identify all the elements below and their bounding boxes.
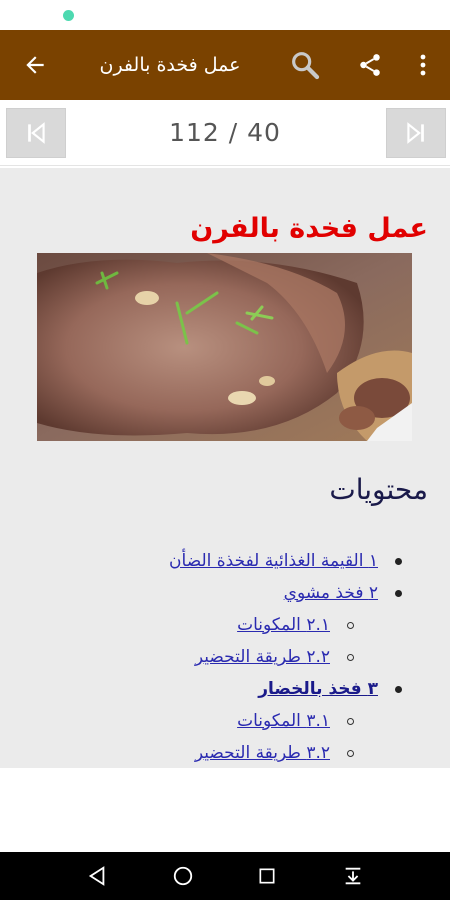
more-vertical-icon: [420, 54, 426, 76]
search-button[interactable]: [282, 30, 328, 100]
page-title: عمل فخدة بالفرن: [99, 54, 241, 76]
toc-link[interactable]: ٢ فخذ مشوي: [284, 583, 378, 603]
bullet-icon: [395, 558, 402, 565]
toc-link[interactable]: ١ القيمة الغذائية لفخذة الضأن: [169, 551, 378, 571]
skip-last-icon: [407, 122, 424, 144]
toc-link[interactable]: ٢.٢ طريقة التحضير: [195, 647, 330, 667]
toc-item[interactable]: ٢ فخذ مشوي: [284, 578, 378, 608]
arrow-left-icon: [26, 56, 44, 74]
share-icon: [360, 54, 380, 76]
skip-first-icon: [28, 122, 45, 144]
article-title: عمل فخدة بالفرن: [190, 213, 428, 244]
search-icon: [292, 52, 320, 80]
toc-link[interactable]: ٣.١ المكونات: [237, 711, 330, 731]
status-bar: [0, 0, 450, 30]
bullet-icon: [395, 590, 402, 597]
pull-down-icon: [345, 867, 361, 885]
toc-link[interactable]: ٢.١ المكونات: [237, 615, 330, 635]
toc-item[interactable]: ٣.١ المكونات: [237, 706, 330, 736]
triangle-back-icon: [88, 866, 105, 886]
toc-heading: محتويات: [329, 473, 428, 506]
toc-item[interactable]: ٣.٢ طريقة التحضير: [195, 738, 330, 768]
toc-item[interactable]: ٣ فخذ بالخضار: [258, 674, 378, 704]
ad-area: [0, 768, 450, 852]
bullet-icon: [347, 654, 354, 661]
toc-link[interactable]: ٣ فخذ بالخضار: [258, 679, 378, 699]
bullet-icon: [347, 750, 354, 757]
system-home-button[interactable]: [158, 852, 208, 900]
roast-lamb-leg-image: [37, 253, 412, 441]
toc-link[interactable]: ٣.٢ طريقة التحضير: [195, 743, 330, 763]
pager-bar: 112 / 40: [0, 100, 450, 166]
share-button[interactable]: [350, 30, 390, 100]
circle-home-icon: [173, 866, 193, 886]
notification-dot-icon: [63, 10, 74, 21]
square-recents-icon: [259, 868, 275, 884]
system-navigation-bar: [0, 852, 450, 900]
app-bar: عمل فخدة بالفرن: [0, 30, 450, 100]
more-options-button[interactable]: [405, 30, 441, 100]
system-notifications-button[interactable]: [328, 852, 378, 900]
back-button[interactable]: [10, 30, 60, 100]
bullet-icon: [347, 622, 354, 629]
toc-item[interactable]: ١ القيمة الغذائية لفخذة الضأن: [169, 546, 378, 576]
last-page-button[interactable]: [386, 108, 446, 158]
system-back-button[interactable]: [72, 852, 122, 900]
bullet-icon: [395, 686, 402, 693]
bullet-icon: [347, 718, 354, 725]
first-page-button[interactable]: [6, 108, 66, 158]
system-recents-button[interactable]: [242, 852, 292, 900]
toc-item[interactable]: ٢.١ المكونات: [237, 610, 330, 640]
article-content[interactable]: عمل فخدة بالفرن محتويات ١ القيمة الغذائي…: [0, 168, 450, 768]
page-counter: 112 / 40: [169, 118, 281, 147]
toc-item[interactable]: ٢.٢ طريقة التحضير: [195, 642, 330, 672]
